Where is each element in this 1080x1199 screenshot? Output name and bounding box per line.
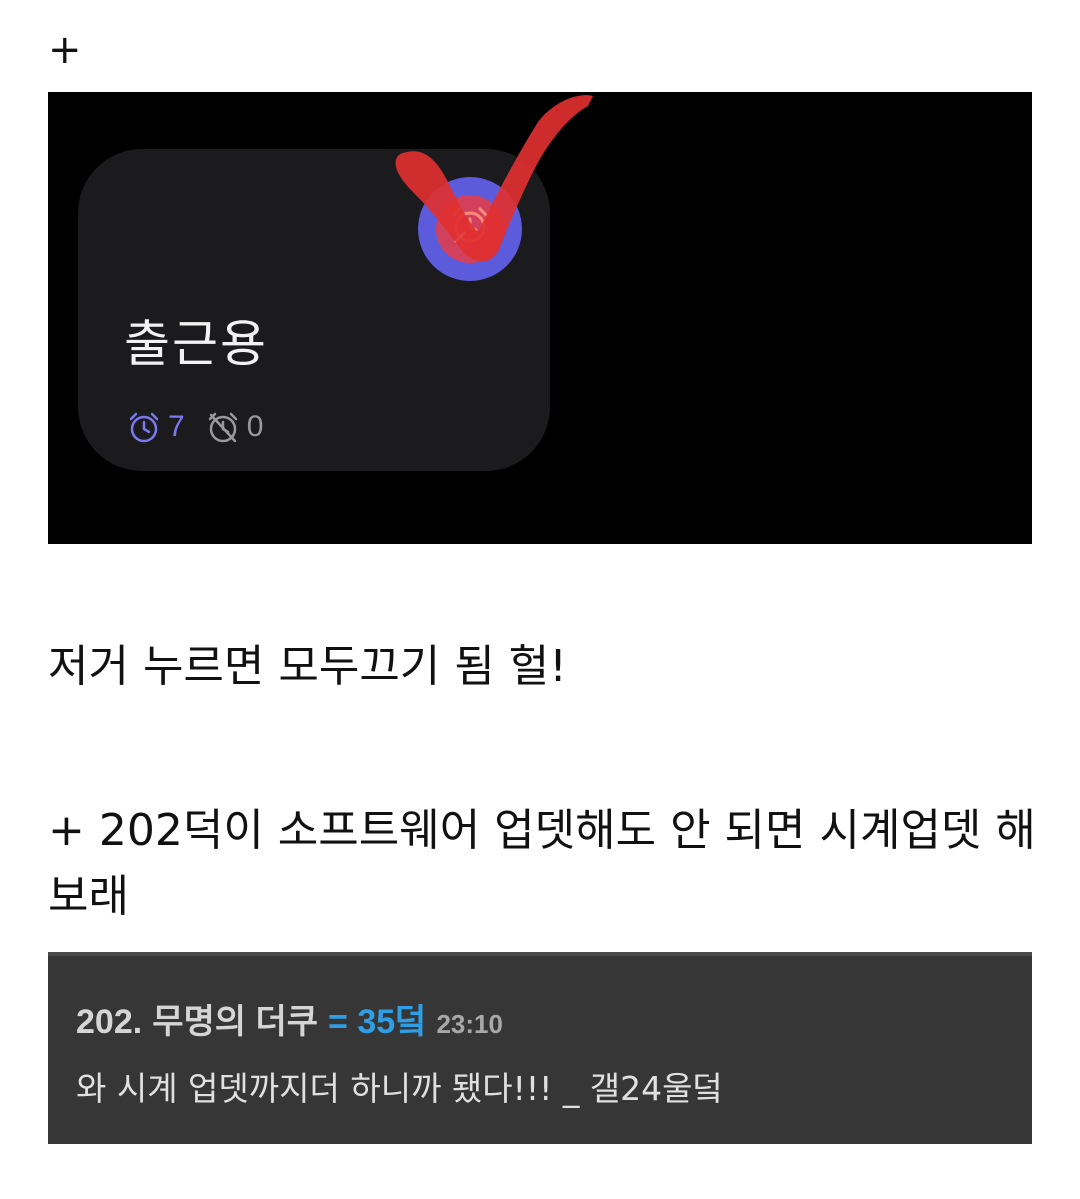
active-alarm-count: 7 (168, 410, 185, 443)
turn-off-all-button[interactable] (418, 177, 522, 281)
comment-header: 202. 무명의 더쿠 = 35덬 23:10 (76, 998, 503, 1048)
comment-timestamp: 23:10 (436, 1009, 503, 1039)
inactive-alarm-count: 0 (246, 410, 264, 443)
alarm-counts: 7 0 (126, 407, 263, 447)
alarm-off-icon (208, 412, 237, 443)
caption-line-2: + 202덕이 소프트웨어 업뎃해도 안 되면 시계업뎃 해보래 (48, 805, 1036, 922)
widget-title: 출근용 (124, 315, 268, 373)
alarm-clock-icon (452, 207, 488, 243)
comment-author: 무명의 더쿠 (152, 1003, 319, 1041)
plus-text: + (48, 27, 82, 73)
comment-count-badge: = 35덬 (328, 1003, 427, 1041)
comment-card: 202. 무명의 더쿠 = 35덬 23:10 와 시계 업뎃까지더 하니까 됐… (48, 952, 1032, 1144)
alarm-clock-icon (129, 412, 159, 443)
comment-text: 와 시계 업뎃까지더 하니까 됐다!!! _ 갤24울덬 (76, 1069, 723, 1108)
comment-number: 202. (76, 1003, 143, 1041)
embedded-screenshot: 출근용 7 0 (48, 92, 1032, 544)
caption-line-1: 저거 누르면 모두끄기 됨 헐! (48, 641, 567, 692)
